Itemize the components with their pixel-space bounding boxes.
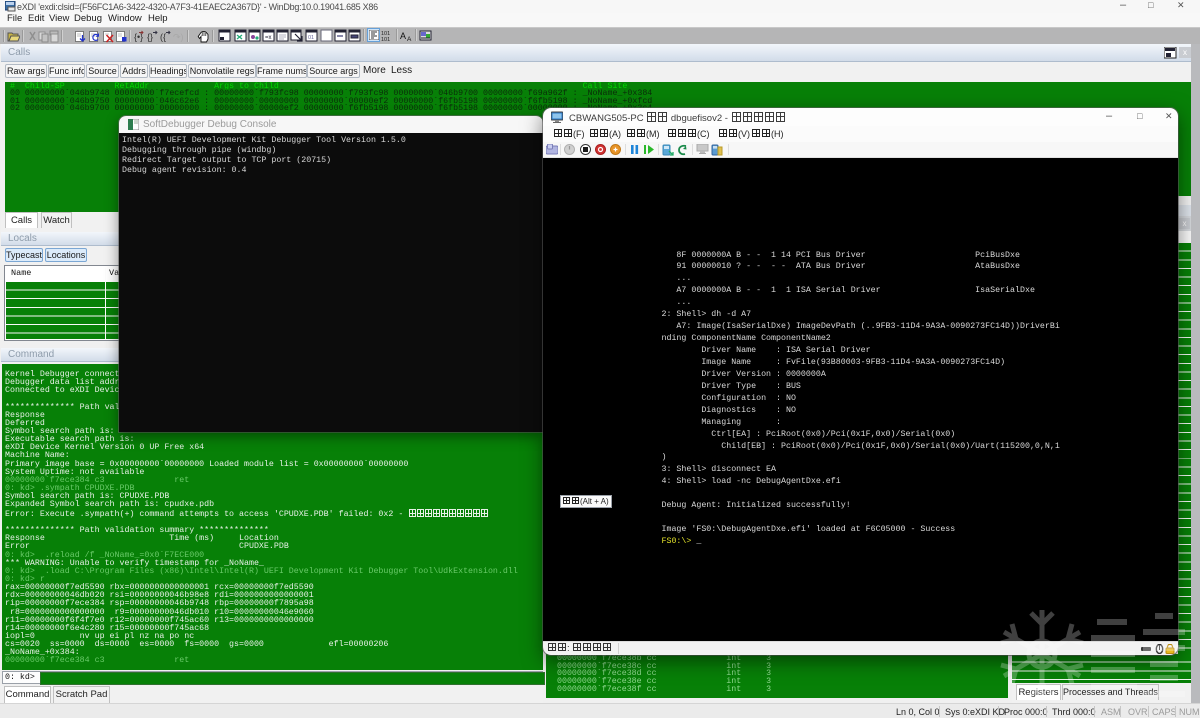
svg-text:A: A xyxy=(400,31,406,41)
svg-text:01: 01 xyxy=(308,35,314,41)
svg-text:101: 101 xyxy=(381,37,390,42)
svg-text:A: A xyxy=(407,36,412,42)
svg-text:=x: =x xyxy=(265,35,272,41)
